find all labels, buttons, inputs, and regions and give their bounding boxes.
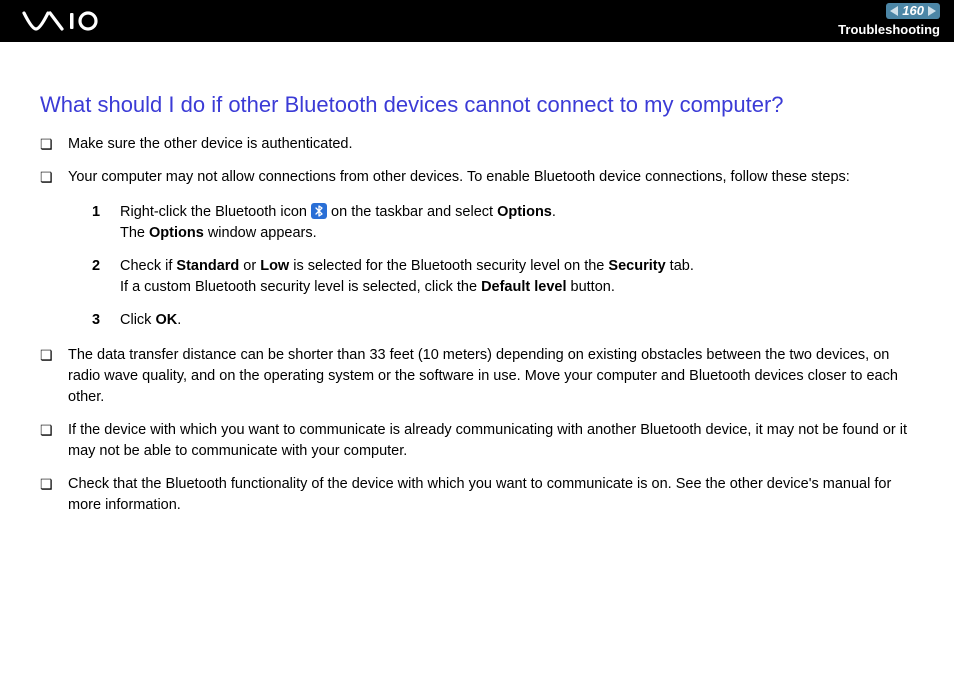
bullet-text: The data transfer distance can be shorte… xyxy=(68,347,898,405)
vaio-logo xyxy=(22,11,112,31)
ok-label: OK xyxy=(155,312,177,328)
step-item: 1 Right-click the Bluetooth icon on the … xyxy=(92,202,914,244)
default-level-label: Default level xyxy=(481,279,566,295)
options-label: Options xyxy=(497,204,552,220)
bullet-item: Check that the Bluetooth functionality o… xyxy=(40,474,914,516)
bullet-item: If the device with which you want to com… xyxy=(40,420,914,462)
step-item: 2 Check if Standard or Low is selected f… xyxy=(92,256,914,298)
step-item: 3 Click OK. xyxy=(92,310,914,331)
step-number: 2 xyxy=(92,256,120,298)
bullet-text: Check that the Bluetooth functionality o… xyxy=(68,476,891,513)
header-right: 160 Troubleshooting xyxy=(838,3,940,39)
steps-list: 1 Right-click the Bluetooth icon on the … xyxy=(92,202,914,331)
page-title: What should I do if other Bluetooth devi… xyxy=(40,92,914,118)
bluetooth-icon xyxy=(311,203,327,219)
step-number: 1 xyxy=(92,202,120,244)
content-area: What should I do if other Bluetooth devi… xyxy=(0,42,954,516)
security-label: Security xyxy=(608,258,665,274)
step-body: Check if Standard or Low is selected for… xyxy=(120,256,914,298)
bullet-item: Make sure the other device is authentica… xyxy=(40,134,914,155)
standard-label: Standard xyxy=(176,258,239,274)
header-bar: 160 Troubleshooting xyxy=(0,0,954,42)
page-number: 160 xyxy=(902,4,924,18)
step-body: Right-click the Bluetooth icon on the ta… xyxy=(120,202,914,244)
prev-page-icon[interactable] xyxy=(890,6,898,16)
low-label: Low xyxy=(260,258,289,274)
options-label: Options xyxy=(149,225,204,241)
step-number: 3 xyxy=(92,310,120,331)
bullet-text: Your computer may not allow connections … xyxy=(68,169,850,185)
page-number-chip[interactable]: 160 xyxy=(886,3,940,19)
next-page-icon[interactable] xyxy=(928,6,936,16)
bullet-item: Your computer may not allow connections … xyxy=(40,167,914,331)
bullet-text: If the device with which you want to com… xyxy=(68,422,907,459)
section-label: Troubleshooting xyxy=(838,22,940,37)
bullet-text: Make sure the other device is authentica… xyxy=(68,136,353,152)
step-body: Click OK. xyxy=(120,310,914,331)
bullet-item: The data transfer distance can be shorte… xyxy=(40,345,914,408)
bullet-list: Make sure the other device is authentica… xyxy=(40,134,914,516)
